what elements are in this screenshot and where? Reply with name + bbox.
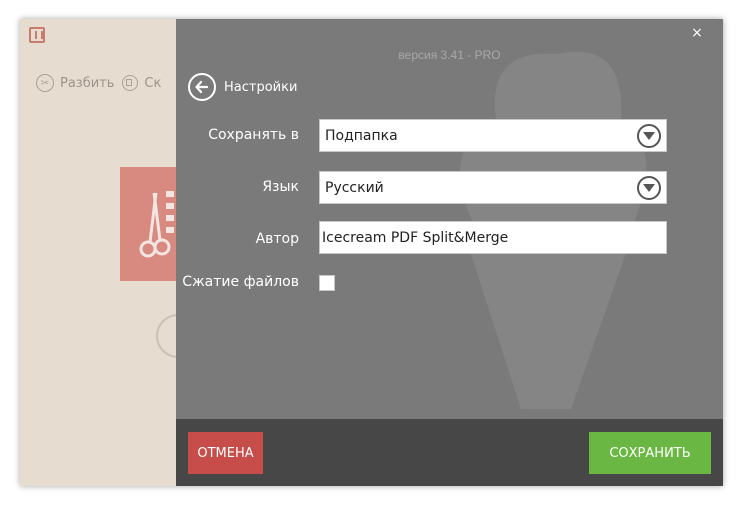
author-label: Автор [255, 231, 299, 247]
language-label: Язык [262, 179, 299, 195]
back-button[interactable]: Настройки [188, 73, 297, 101]
cancel-button[interactable]: ОТМЕНА [188, 432, 263, 474]
chevron-down-icon[interactable] [637, 124, 661, 148]
settings-overlay: версия 3.41 - PRO × Настройки Сохранять … [176, 19, 723, 486]
merge-tool[interactable]: Ск [122, 75, 161, 91]
merge-label: Ск [144, 75, 162, 91]
compression-checkbox[interactable] [319, 275, 335, 291]
merge-icon [122, 75, 139, 91]
chevron-down-icon[interactable] [637, 176, 661, 200]
settings-title: Настройки [224, 79, 298, 95]
version-text: версия 3.41 - PRO [398, 48, 501, 62]
app-window: ✂ Разбить Ск версия 3.41 - PRO × Настрой… [20, 19, 723, 486]
language-value: Русский [325, 179, 384, 196]
app-logo-icon [29, 27, 45, 43]
close-button[interactable]: × [689, 25, 705, 41]
split-label: Разбить [60, 75, 115, 91]
author-value: Icecream PDF Split&Merge [322, 229, 509, 246]
save-to-value: Подпапка [325, 127, 398, 144]
split-icon: ✂ [36, 74, 54, 92]
split-tool[interactable]: ✂ Разбить [36, 74, 114, 92]
back-arrow-icon [188, 73, 216, 101]
author-input[interactable]: Icecream PDF Split&Merge [319, 221, 667, 254]
compression-label: Сжатие файлов [182, 274, 299, 290]
split-tile [120, 167, 180, 281]
save-to-select[interactable]: Подпапка [319, 119, 667, 152]
scissors-icon [139, 191, 174, 258]
save-to-label: Сохранять в [208, 127, 299, 143]
save-button[interactable]: СОХРАНИТЬ [589, 432, 711, 474]
footer-bar: ОТМЕНА СОХРАНИТЬ [176, 419, 723, 486]
icecream-watermark-icon [460, 51, 647, 409]
language-select[interactable]: Русский [319, 171, 667, 204]
background-toolbar: ✂ Разбить Ск [36, 72, 161, 94]
